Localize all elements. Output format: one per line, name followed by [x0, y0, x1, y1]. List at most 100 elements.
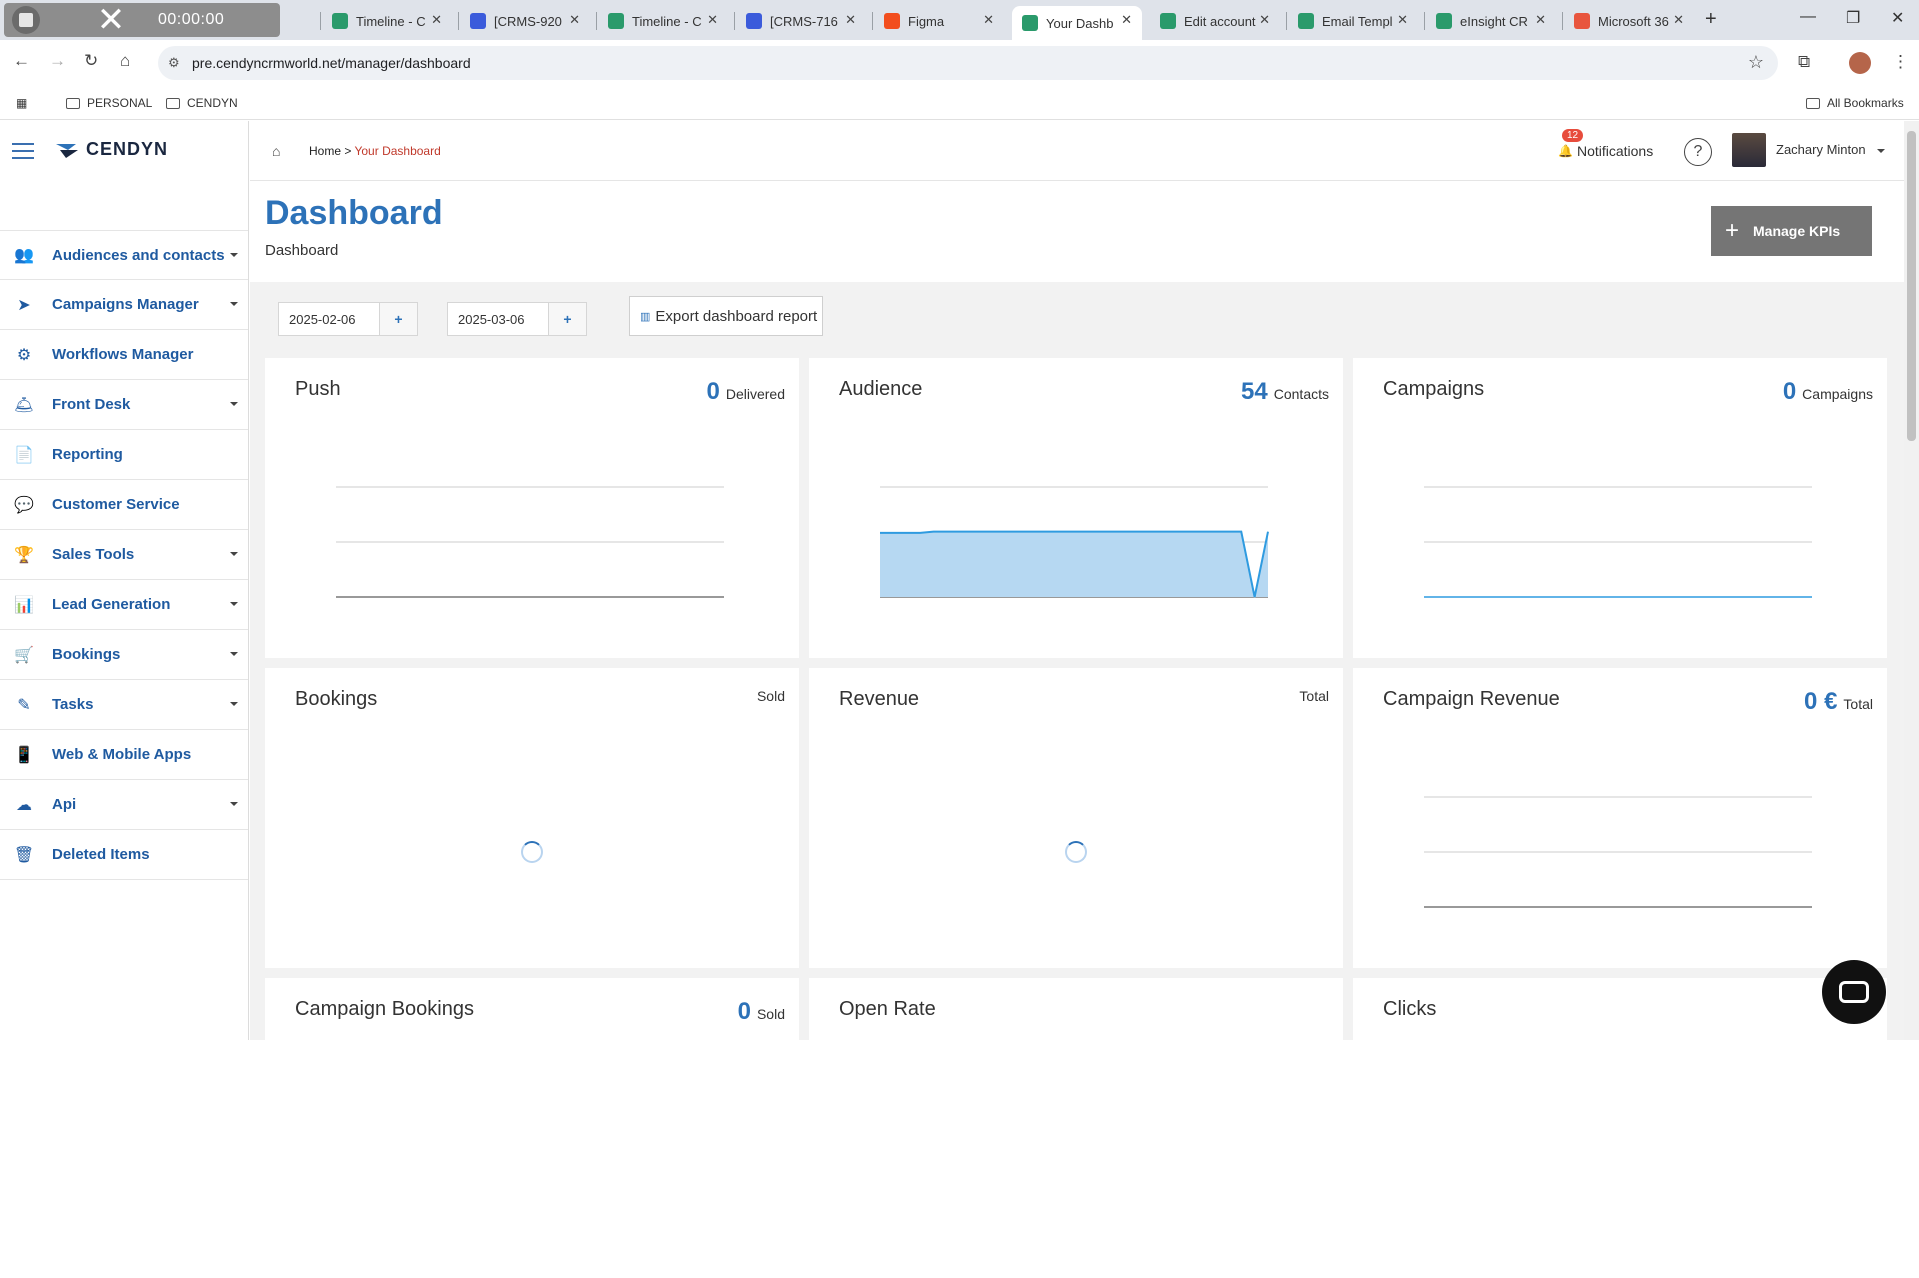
bookmark-cendyn[interactable]: CENDYN: [166, 96, 238, 110]
user-menu-caret-icon[interactable]: [1877, 149, 1885, 153]
logo-mark-icon: [56, 143, 78, 158]
chevron-down-icon[interactable]: [230, 253, 238, 257]
bookmark-personal[interactable]: PERSONAL: [66, 96, 152, 110]
browser-menu-icon[interactable]: ⋮: [1892, 52, 1909, 72]
sidebar-item-tasks[interactable]: ✎ Tasks: [0, 680, 248, 730]
close-window-icon[interactable]: ✕: [1891, 8, 1904, 28]
forward-icon[interactable]: →: [49, 51, 66, 71]
extensions-icon[interactable]: ⧉: [1798, 52, 1810, 72]
bookmarks-bar: ▦ PERSONAL CENDYN All Bookmarks: [0, 86, 1919, 120]
people-icon: 👥: [14, 247, 34, 264]
browser-tab-strip: ✕ 00:00:00 Cend✕Timeline - C✕[CRMS-920✕T…: [0, 0, 1919, 40]
site-info-icon[interactable]: ⚙: [168, 55, 180, 71]
sidebar-item-workflows-manager[interactable]: ⚙ Workflows Manager: [0, 330, 248, 380]
chevron-down-icon[interactable]: [230, 552, 238, 556]
browser-tab[interactable]: Figma ✕: [874, 6, 1004, 36]
close-tab-icon[interactable]: ✕: [1259, 12, 1270, 28]
home-browser-icon[interactable]: ⌂: [120, 51, 130, 71]
bell-icon: 🔔: [1558, 144, 1573, 158]
chevron-down-icon[interactable]: [230, 402, 238, 406]
sidebar-item-front-desk[interactable]: 🛎 Front Desk: [0, 380, 248, 430]
chevron-down-icon[interactable]: [230, 702, 238, 706]
cloud-icon: ☁: [16, 796, 32, 814]
favicon-icon: [1574, 13, 1590, 29]
restore-icon[interactable]: ❐: [1846, 8, 1860, 28]
card-unit: Sold: [756, 688, 785, 704]
address-bar[interactable]: ⚙ pre.cendyncrmworld.net/manager/dashboa…: [158, 46, 1778, 80]
chevron-down-icon[interactable]: [230, 302, 238, 306]
sidebar-item-web-mobile-apps[interactable]: 📱 Web & Mobile Apps: [0, 730, 248, 780]
close-tab-icon[interactable]: ✕: [1121, 12, 1132, 28]
sidebar-item-deleted-items[interactable]: 🗑 Deleted Items: [0, 830, 248, 880]
sidebar-item-bookings[interactable]: 🛒 Bookings: [0, 630, 248, 680]
profile-avatar[interactable]: [1849, 52, 1871, 74]
browser-tab[interactable]: Edit account ✕: [1150, 6, 1280, 36]
breadcrumb-home[interactable]: Home: [309, 144, 341, 158]
chat-launcher-button[interactable]: [1822, 960, 1886, 1024]
reload-icon[interactable]: ↻: [84, 51, 98, 71]
sidebar-item-campaigns-manager[interactable]: ➤ Campaigns Manager: [0, 280, 248, 330]
minimize-icon[interactable]: —: [1800, 8, 1816, 26]
chevron-down-icon[interactable]: [230, 802, 238, 806]
sidebar-item-sales-tools[interactable]: 🏆 Sales Tools: [0, 530, 248, 580]
chevron-down-icon[interactable]: [230, 652, 238, 656]
stop-recording-button[interactable]: [12, 6, 40, 34]
cendyn-logo[interactable]: CENDYN: [54, 139, 168, 160]
scrollbar-thumb[interactable]: [1907, 131, 1916, 441]
close-tab-icon[interactable]: ✕: [1535, 12, 1546, 28]
new-tab-button[interactable]: +: [1705, 8, 1717, 31]
close-recorder-icon[interactable]: ✕: [94, 3, 128, 37]
kpi-card-clicks: Clicks0: [1353, 978, 1887, 1278]
card-title: Open Rate: [839, 998, 936, 1020]
date-to-picker-button[interactable]: +: [548, 303, 586, 335]
date-from-value[interactable]: 2025-02-06: [279, 312, 379, 327]
browser-tab[interactable]: Your Dashb ✕: [1012, 6, 1142, 40]
sidebar-item-label: Reporting: [52, 446, 123, 463]
manage-kpis-button[interactable]: + Manage KPIs: [1711, 206, 1872, 256]
sidebar-item-customer-service[interactable]: 💬 Customer Service: [0, 480, 248, 530]
close-tab-icon[interactable]: ✕: [431, 12, 442, 28]
sidebar-item-lead-generation[interactable]: 📊 Lead Generation: [0, 580, 248, 630]
sidebar-item-audiences-and-contacts[interactable]: 👥 Audiences and contacts: [0, 230, 248, 280]
close-tab-icon[interactable]: ✕: [707, 12, 718, 28]
home-icon[interactable]: ⌂: [272, 143, 280, 159]
back-icon[interactable]: ←: [13, 51, 30, 71]
bookmark-star-icon[interactable]: ☆: [1748, 52, 1764, 73]
browser-tab[interactable]: [CRMS-716 ✕: [736, 6, 866, 36]
sidebar-item-reporting[interactable]: 📄 Reporting: [0, 430, 248, 480]
page-title: Dashboard: [265, 194, 443, 232]
kpi-card-campaigns: Campaigns 0 Campaigns: [1353, 358, 1887, 658]
close-tab-icon[interactable]: ✕: [983, 12, 994, 28]
chart-icon: ▥: [640, 310, 651, 323]
notifications-button[interactable]: 12 🔔 Notifications: [1558, 129, 1653, 159]
sidebar-item-api[interactable]: ☁ Api: [0, 780, 248, 830]
all-bookmarks[interactable]: All Bookmarks: [1806, 96, 1904, 110]
close-tab-icon[interactable]: ✕: [1397, 12, 1408, 28]
card-title: Campaign Bookings: [295, 998, 474, 1020]
hamburger-menu-icon[interactable]: [12, 143, 34, 164]
user-avatar[interactable]: [1732, 133, 1766, 167]
page-scrollbar[interactable]: [1904, 121, 1919, 1040]
browser-tab[interactable]: Email Templ ✕: [1288, 6, 1418, 36]
close-tab-icon[interactable]: ✕: [845, 12, 856, 28]
close-tab-icon[interactable]: ✕: [1673, 12, 1684, 28]
date-from-field[interactable]: 2025-02-06 +: [278, 302, 418, 336]
browser-tab[interactable]: Timeline - C ✕: [598, 6, 728, 36]
user-name[interactable]: Zachary Minton: [1776, 142, 1866, 157]
browser-tab[interactable]: Timeline - C ✕: [322, 6, 452, 36]
screen-recorder-widget[interactable]: ✕ 00:00:00: [4, 3, 280, 37]
browser-tab[interactable]: Microsoft 36 ✕: [1564, 6, 1694, 36]
date-from-picker-button[interactable]: +: [379, 303, 417, 335]
apps-grid-icon[interactable]: ▦: [16, 96, 27, 110]
browser-tab[interactable]: [CRMS-920 ✕: [460, 6, 590, 36]
export-dashboard-button[interactable]: ▥ Export dashboard report: [629, 296, 823, 336]
chevron-down-icon[interactable]: [230, 602, 238, 606]
page-subtitle: Dashboard: [265, 242, 339, 259]
tab-title: Email Templ: [1322, 13, 1393, 29]
favicon-icon: [884, 13, 900, 29]
close-tab-icon[interactable]: ✕: [569, 12, 580, 28]
date-to-field[interactable]: 2025-03-06 +: [447, 302, 587, 336]
date-to-value[interactable]: 2025-03-06: [448, 312, 548, 327]
browser-tab[interactable]: eInsight CR ✕: [1426, 6, 1556, 36]
help-button[interactable]: ?: [1684, 138, 1712, 166]
